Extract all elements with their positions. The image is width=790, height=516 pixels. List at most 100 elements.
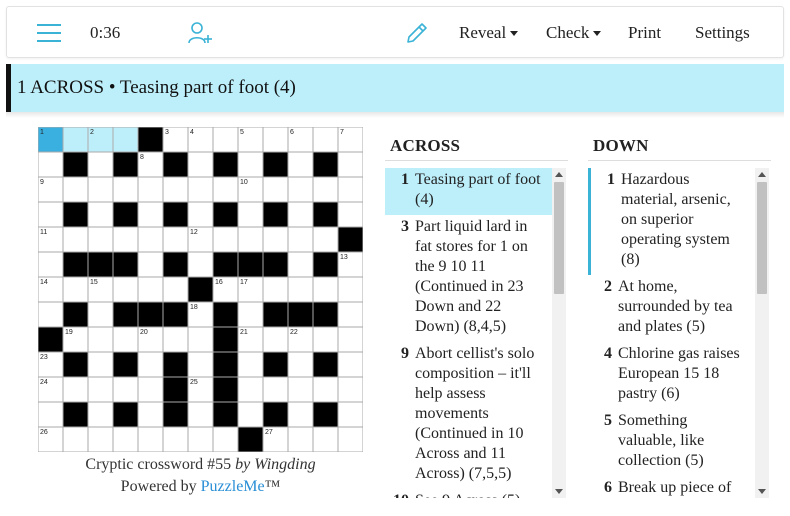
grid-cell[interactable] bbox=[212, 176, 239, 203]
grid-cell[interactable] bbox=[262, 326, 289, 353]
grid-cell[interactable] bbox=[312, 127, 339, 153]
grid-cell[interactable] bbox=[87, 351, 114, 378]
grid-cell[interactable] bbox=[187, 201, 214, 228]
grid-cell[interactable] bbox=[262, 176, 289, 203]
grid-cell[interactable] bbox=[87, 226, 114, 253]
grid-cell[interactable] bbox=[337, 276, 363, 303]
menu-icon[interactable] bbox=[37, 7, 61, 59]
grid-cell[interactable] bbox=[112, 426, 139, 452]
grid-cell[interactable] bbox=[38, 151, 64, 178]
grid-cell[interactable] bbox=[87, 151, 114, 178]
pencil-icon[interactable] bbox=[404, 7, 430, 59]
across-clue-9[interactable]: 9 Abort cellist's solo composition – it'l… bbox=[385, 342, 552, 489]
print-button[interactable]: Print bbox=[628, 7, 661, 59]
down-clue-6[interactable]: 6 Break up piece of bbox=[588, 476, 755, 498]
grid-cell[interactable] bbox=[87, 201, 114, 228]
grid-cell[interactable] bbox=[112, 226, 139, 253]
down-clue-1[interactable]: 1 Hazardous material, arsenic, on superio… bbox=[588, 168, 755, 275]
crossword-grid[interactable]: 1 2 3 4 5 6 7 8 9 10 11 12 13 14 15 16 17 18 19 20 21 22 23 24 2… bbox=[38, 127, 363, 452]
grid-cell[interactable] bbox=[137, 401, 164, 428]
grid-cell[interactable] bbox=[87, 376, 114, 403]
grid-cell[interactable] bbox=[162, 326, 189, 353]
grid-cell[interactable] bbox=[337, 326, 363, 353]
grid-cell[interactable] bbox=[212, 426, 239, 452]
across-clue-1[interactable]: 1 Teasing part of foot (4) bbox=[385, 168, 552, 215]
grid-cell[interactable] bbox=[187, 326, 214, 353]
grid-cell[interactable] bbox=[337, 201, 363, 228]
grid-cell[interactable] bbox=[237, 301, 264, 328]
grid-cell[interactable] bbox=[262, 127, 289, 153]
grid-cell[interactable] bbox=[287, 251, 314, 278]
grid-cells[interactable] bbox=[38, 127, 363, 452]
grid-cell[interactable] bbox=[62, 226, 89, 253]
settings-button[interactable]: Settings bbox=[695, 7, 750, 59]
grid-cell[interactable] bbox=[287, 226, 314, 253]
grid-cell-highlight[interactable] bbox=[62, 127, 89, 153]
grid-cell[interactable] bbox=[87, 176, 114, 203]
grid-cell[interactable] bbox=[137, 251, 164, 278]
reveal-menu[interactable]: Reveal bbox=[459, 7, 518, 59]
grid-cell-highlight[interactable] bbox=[112, 127, 139, 153]
grid-cell[interactable] bbox=[87, 426, 114, 452]
grid-cell[interactable] bbox=[112, 326, 139, 353]
across-scrollbar[interactable] bbox=[552, 168, 566, 498]
grid-cell[interactable] bbox=[62, 426, 89, 452]
grid-cell[interactable] bbox=[237, 351, 264, 378]
grid-cell[interactable] bbox=[112, 276, 139, 303]
scroll-up-icon[interactable] bbox=[555, 172, 563, 177]
grid-cell[interactable] bbox=[337, 176, 363, 203]
down-clue-2[interactable]: 2 At home, surrounded by tea and plates (… bbox=[588, 275, 755, 342]
grid-cell[interactable] bbox=[237, 201, 264, 228]
scroll-down-icon[interactable] bbox=[758, 489, 766, 494]
grid-cell[interactable] bbox=[137, 176, 164, 203]
across-clue-3[interactable]: 3 Part liquid lard in fat stores for 1 on… bbox=[385, 215, 552, 342]
grid-cell[interactable] bbox=[137, 201, 164, 228]
add-user-icon[interactable] bbox=[187, 7, 213, 59]
grid-cell[interactable] bbox=[112, 376, 139, 403]
grid-cell[interactable] bbox=[287, 201, 314, 228]
grid-cell[interactable] bbox=[337, 301, 363, 328]
grid-cell[interactable] bbox=[187, 401, 214, 428]
grid-cell[interactable] bbox=[62, 376, 89, 403]
grid-cell[interactable] bbox=[312, 376, 339, 403]
check-menu[interactable]: Check bbox=[546, 7, 601, 59]
grid-cell[interactable] bbox=[262, 276, 289, 303]
across-clue-list[interactable]: 1 Teasing part of foot (4) 3 Part liquid la… bbox=[385, 168, 552, 498]
grid-cell[interactable] bbox=[287, 351, 314, 378]
grid-cell[interactable] bbox=[237, 151, 264, 178]
grid-cell[interactable] bbox=[287, 401, 314, 428]
grid-cell[interactable] bbox=[38, 401, 64, 428]
down-clue-list[interactable]: 1 Hazardous material, arsenic, on superio… bbox=[588, 168, 755, 498]
grid-cell[interactable] bbox=[38, 251, 64, 278]
grid-cell[interactable] bbox=[312, 326, 339, 353]
grid-cell[interactable] bbox=[287, 151, 314, 178]
grid-cell[interactable] bbox=[212, 226, 239, 253]
grid-cell[interactable] bbox=[337, 351, 363, 378]
scroll-down-icon[interactable] bbox=[555, 489, 563, 494]
grid-cell[interactable] bbox=[187, 176, 214, 203]
grid-cell[interactable] bbox=[287, 376, 314, 403]
across-clue-10[interactable]: 10 See 9 Across (5) bbox=[385, 489, 552, 498]
grid-cell[interactable] bbox=[237, 226, 264, 253]
grid-cell[interactable] bbox=[337, 151, 363, 178]
grid-cell[interactable] bbox=[137, 276, 164, 303]
grid-cell[interactable] bbox=[87, 301, 114, 328]
grid-cell[interactable] bbox=[337, 401, 363, 428]
down-scrollbar[interactable] bbox=[755, 168, 769, 498]
grid-cell[interactable] bbox=[262, 376, 289, 403]
grid-cell[interactable] bbox=[137, 376, 164, 403]
grid-cell[interactable] bbox=[62, 176, 89, 203]
scroll-thumb[interactable] bbox=[757, 182, 767, 294]
grid-cell[interactable] bbox=[38, 301, 64, 328]
scroll-up-icon[interactable] bbox=[758, 172, 766, 177]
grid-cell[interactable] bbox=[237, 401, 264, 428]
grid-cell[interactable] bbox=[137, 426, 164, 452]
grid-cell[interactable] bbox=[187, 426, 214, 452]
grid-cell[interactable] bbox=[312, 226, 339, 253]
grid-cell[interactable] bbox=[38, 201, 64, 228]
grid-cell[interactable] bbox=[187, 251, 214, 278]
down-clue-5[interactable]: 5 Something valuable, like collection (5) bbox=[588, 409, 755, 476]
grid-cell[interactable] bbox=[312, 276, 339, 303]
scroll-thumb[interactable] bbox=[554, 182, 564, 294]
grid-cell[interactable] bbox=[87, 326, 114, 353]
